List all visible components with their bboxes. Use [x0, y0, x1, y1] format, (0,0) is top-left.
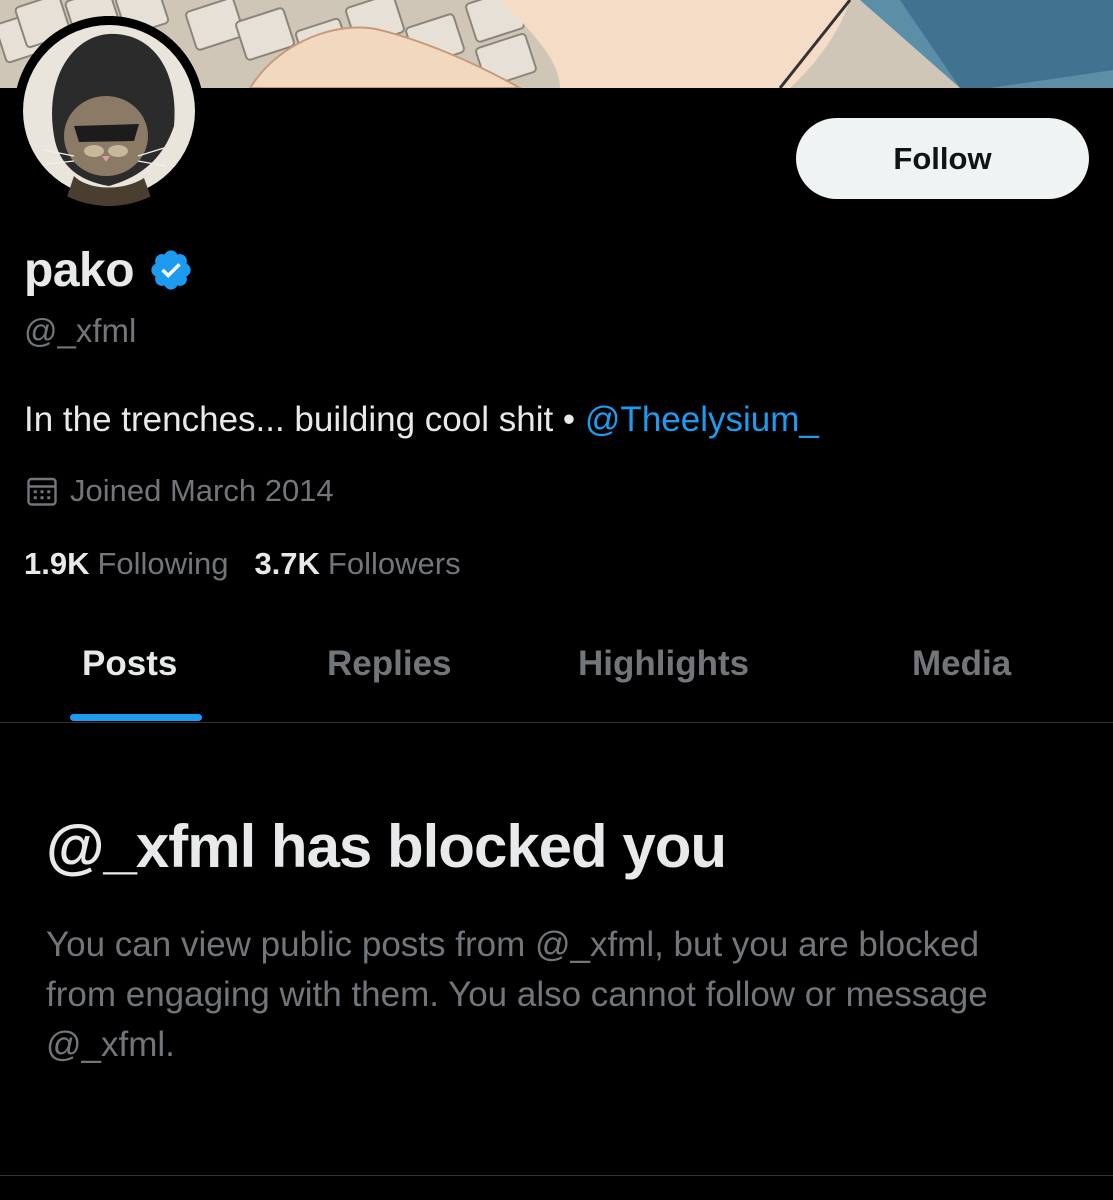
joined-date-text: Joined March 2014 [70, 473, 334, 508]
joined-date-row: Joined March 2014 [24, 470, 334, 512]
followers-count: 3.7K [254, 546, 320, 581]
verified-badge-icon[interactable] [148, 247, 194, 293]
followers-stat[interactable]: 3.7K Followers [254, 546, 460, 582]
display-name: pako [24, 243, 135, 297]
followers-label: Followers [327, 546, 461, 581]
tab-media[interactable]: Media [912, 628, 1011, 722]
active-tab-indicator [70, 714, 202, 721]
blocked-title: @_xfml has blocked you [46, 813, 727, 880]
divider [0, 1175, 1113, 1176]
profile-avatar[interactable] [14, 16, 204, 206]
tab-highlights[interactable]: Highlights [578, 628, 749, 722]
calendar-icon [27, 477, 57, 506]
following-count: 1.9K [24, 546, 90, 581]
follow-stats: 1.9K Following 3.7K Followers [24, 546, 487, 582]
tab-posts[interactable]: Posts [82, 628, 177, 722]
profile-bio: In the trenches... building cool shit • … [24, 400, 819, 440]
following-label: Following [97, 546, 229, 581]
tab-replies[interactable]: Replies [327, 628, 452, 722]
profile-handle: @_xfml [24, 312, 137, 349]
profile-tabs: Posts Replies Highlights Media [0, 628, 1113, 723]
follow-button[interactable]: Follow [796, 118, 1089, 199]
following-stat[interactable]: 1.9K Following [24, 546, 228, 582]
bio-text: In the trenches... building cool shit • [24, 400, 585, 439]
display-name-row: pako [24, 240, 194, 300]
blocked-message: You can view public posts from @_xfml, b… [46, 925, 988, 1064]
bio-mention-link[interactable]: @Theelysium_ [585, 400, 819, 439]
avatar-image [14, 16, 204, 206]
